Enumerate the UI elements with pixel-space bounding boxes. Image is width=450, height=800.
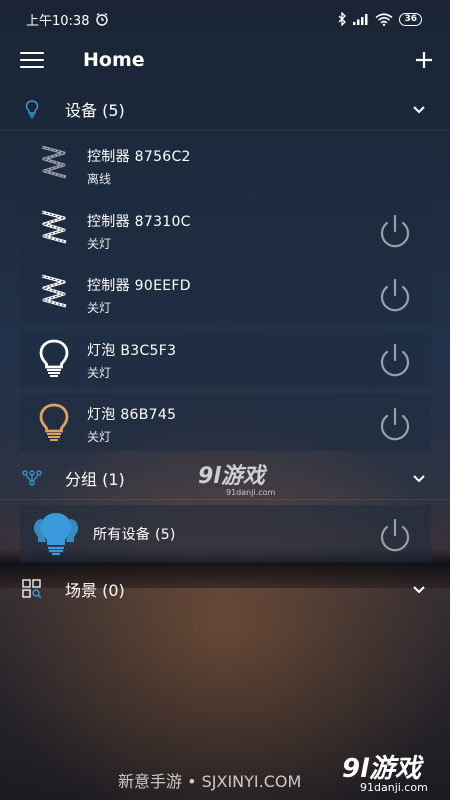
scene-grid-icon: [22, 579, 42, 599]
status-left: 上午10:38: [26, 10, 109, 29]
wifi-icon: [375, 12, 393, 26]
power-icon[interactable]: [376, 342, 414, 380]
group-bulb-icon: [34, 513, 78, 556]
led-strip-icon: [41, 210, 67, 244]
bulb-icon: [39, 339, 69, 377]
device-row[interactable]: 控制器 8756C2 离线: [20, 136, 431, 193]
device-status: 关灯: [87, 237, 112, 251]
menu-button[interactable]: [20, 52, 44, 70]
device-name: 灯泡 86B745: [87, 407, 177, 423]
device-status: 关灯: [87, 366, 112, 380]
power-icon[interactable]: [376, 213, 414, 251]
watermark-logo: 9l游戏 91danji.com: [198, 458, 275, 497]
page-title: Home: [83, 49, 145, 71]
group-icon: [22, 470, 42, 486]
device-name: 控制器 90EEFD: [87, 278, 191, 294]
bulb-icon: [39, 403, 69, 441]
battery-indicator: 36: [399, 12, 422, 26]
watermark-logo-text: 9l游戏: [198, 464, 265, 489]
device-name: 灯泡 B3C5F3: [87, 343, 177, 359]
led-strip-icon: [41, 145, 67, 179]
device-status: 关灯: [87, 430, 112, 444]
chevron-down-icon[interactable]: [412, 585, 426, 595]
group-name: 所有设备 (5): [93, 527, 176, 543]
signal-icon: [353, 14, 368, 25]
toolbar: Home: [0, 38, 450, 86]
status-bar: 上午10:38 36: [0, 0, 450, 38]
add-icon[interactable]: [414, 48, 434, 72]
status-right: 36: [337, 12, 422, 26]
device-row[interactable]: 控制器 90EEFD 关灯: [20, 265, 431, 322]
bluetooth-icon: [339, 12, 347, 26]
watermark-footer: 新意手游 • SJXINYI.COM: [118, 772, 302, 791]
device-status: 离线: [87, 172, 112, 186]
watermark-logo-corner-text: 9l游戏: [342, 754, 422, 784]
power-icon[interactable]: [376, 517, 414, 555]
menu-line: [20, 52, 44, 54]
menu-line: [20, 59, 44, 61]
section-scenes-label: 场景 (0): [65, 581, 125, 600]
section-devices-label: 设备 (5): [65, 100, 125, 120]
power-icon[interactable]: [376, 406, 414, 444]
section-scenes-header[interactable]: 场景 (0): [0, 567, 450, 611]
menu-line: [20, 66, 44, 68]
section-groups-label: 分组 (1): [65, 469, 125, 489]
device-row[interactable]: 灯泡 86B745 关灯: [20, 394, 431, 451]
watermark-logo-sub: 91danji.com: [226, 488, 276, 497]
status-time: 上午10:38: [26, 13, 90, 29]
group-row[interactable]: 所有设备 (5): [20, 505, 431, 562]
chevron-down-icon[interactable]: [412, 105, 426, 115]
device-row[interactable]: 控制器 87310C 关灯: [20, 201, 431, 258]
device-row[interactable]: 灯泡 B3C5F3 关灯: [20, 330, 431, 387]
watermark-logo-corner-sub: 91danji.com: [360, 781, 428, 794]
led-strip-icon: [41, 274, 67, 308]
alarm-icon: [96, 12, 109, 26]
device-name: 控制器 8756C2: [87, 149, 191, 165]
device-status: 关灯: [87, 301, 112, 315]
chevron-down-icon[interactable]: [412, 474, 426, 484]
watermark-logo-corner: 9l游戏 91danji.com: [342, 748, 428, 794]
lightbulb-outline-icon: [25, 100, 39, 118]
device-name: 控制器 87310C: [87, 214, 191, 230]
power-icon[interactable]: [376, 277, 414, 315]
section-devices-header[interactable]: 设备 (5): [0, 87, 450, 131]
